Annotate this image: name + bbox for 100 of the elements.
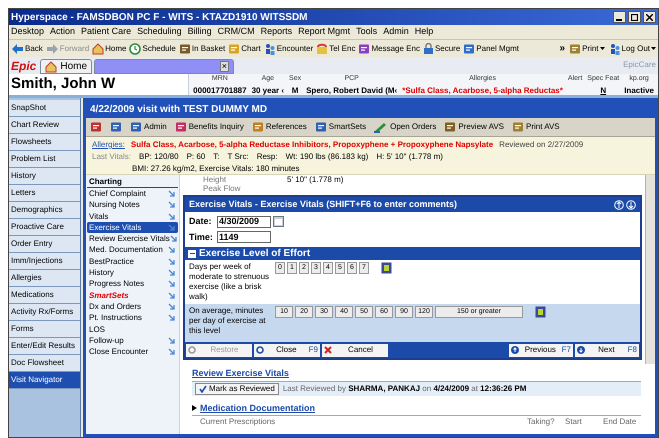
allergies-link[interactable]: Allergies: (92, 139, 125, 151)
sidebar-item[interactable]: Activity Rx/Forms (9, 304, 80, 321)
sidebar-item[interactable]: Imm/Injections (9, 253, 80, 270)
mark-as-reviewed-button[interactable]: Mark as Reviewed (195, 382, 279, 394)
scrollbar[interactable] (645, 175, 655, 364)
toolbar-button[interactable]: Encounter (264, 42, 314, 54)
close-tab-icon[interactable]: × (220, 61, 230, 72)
print-menu-button[interactable]: Print (569, 42, 605, 54)
navigator-item[interactable]: LOS (87, 324, 178, 336)
calendar-icon[interactable] (273, 216, 284, 228)
menu-item[interactable]: Admin (383, 25, 409, 39)
sidebar-item[interactable]: Doc Flowsheet (9, 355, 80, 372)
collapse-icon[interactable] (188, 250, 196, 258)
forward-arrow-icon (46, 42, 59, 54)
menu-item[interactable]: Tools (356, 25, 378, 39)
sidebar-item[interactable]: Enter/Edit Results (9, 338, 80, 355)
down-circle-icon[interactable] (626, 200, 636, 210)
navigator-item[interactable]: BestPractice (87, 256, 178, 268)
activity-button[interactable]: Preview AVS (444, 121, 504, 133)
sidebar-item[interactable]: Chart Review (9, 117, 80, 134)
close-button[interactable]: Close F9 (254, 344, 320, 356)
navigator-item[interactable]: Dx and Orders (87, 301, 178, 313)
navigator-item[interactable]: Pt. Instructions (87, 312, 178, 324)
jump-arrow-icon (170, 235, 178, 244)
date-field[interactable]: 4/30/2009 (217, 216, 271, 228)
cancel-button[interactable]: Cancel (322, 344, 388, 356)
toolbar-button[interactable]: Message Enc (358, 42, 420, 54)
activity-button[interactable]: SmartSets (314, 121, 366, 133)
time-field[interactable]: 1149 (217, 231, 271, 244)
navigator-item[interactable]: SmartSets (87, 290, 178, 302)
close-button[interactable] (643, 11, 656, 23)
menu-item[interactable]: Reports (260, 25, 292, 39)
close-icon (646, 14, 653, 20)
expand-arrow-icon[interactable] (192, 405, 197, 412)
toolbar-button[interactable]: Panel Mgmt (463, 42, 519, 54)
vitals-label: Last Vitals: (92, 151, 131, 163)
menu-item[interactable]: Help (414, 25, 434, 39)
question-text: Days per week of moderate to strenuous exercise (like a brisk walk) (189, 262, 270, 302)
activity-button[interactable]: Open Orders (374, 121, 436, 133)
sidebar-item[interactable]: Forms (9, 321, 80, 338)
sidebar-item[interactable]: Medications (9, 287, 80, 304)
section-link[interactable]: Medication Documentation (200, 402, 316, 415)
toolbar-button[interactable]: Back (11, 42, 43, 54)
toolbar-button[interactable]: Secure (422, 42, 460, 54)
next-button[interactable]: Next F8 (575, 344, 639, 356)
menu-item[interactable]: Action (50, 25, 76, 39)
comment-icon[interactable] (381, 262, 392, 274)
toolbar-button[interactable]: Home (92, 42, 126, 54)
more-button[interactable]: » (560, 41, 566, 56)
allergies-list: Sulfa Class, Acarbose, 5-alpha Reductase Inhibitors, Propoxyphene + Propoxyphene Napsylate (130, 139, 494, 151)
navigator-item[interactable]: Progress Notes (87, 278, 178, 290)
toolbar-button[interactable]: In Basket (178, 42, 226, 54)
sidebar-item[interactable]: Visit Navigator (9, 372, 80, 389)
jump-arrow-icon (168, 302, 176, 311)
toolbar-button[interactable]: Tel Enc (316, 42, 356, 54)
section-link[interactable]: Review Exercise Vitals (192, 367, 641, 380)
toolbar-button[interactable]: Schedule (129, 42, 176, 54)
sidebar-item[interactable]: Proactive Care (9, 219, 80, 236)
home-tab[interactable]: Home (40, 59, 92, 74)
toolbar-button[interactable]: Chart (228, 42, 261, 54)
activity-button[interactable]: Benefits Inquiry (174, 121, 244, 133)
up-circle-icon[interactable] (614, 200, 624, 210)
patient-tab[interactable]: × (94, 59, 234, 74)
navigator-item[interactable]: Follow-up (87, 335, 178, 346)
minimize-button[interactable] (613, 11, 626, 23)
menu-item[interactable]: Scheduling (137, 25, 182, 39)
activity-button[interactable]: Admin (130, 121, 167, 133)
navigator-item[interactable]: Med. Documentation (87, 244, 178, 256)
activity-button[interactable]: Print AVS (512, 121, 560, 133)
sidebar-item[interactable]: Demographics (9, 202, 80, 219)
vital-reading: Resp: (256, 151, 278, 163)
column-header: Start (565, 416, 583, 428)
previous-button[interactable]: Previous F7 (509, 344, 573, 356)
sidebar-item[interactable]: SnapShot (9, 100, 80, 117)
navigator-item[interactable]: Exercise Vitals (87, 222, 178, 234)
comment-icon[interactable] (535, 306, 546, 318)
activity-button[interactable] (110, 121, 122, 133)
menu-item[interactable]: Billing (188, 25, 212, 39)
navigator-item[interactable]: Chief Complaint (87, 188, 178, 200)
sidebar-item[interactable]: Order Entry (9, 236, 80, 253)
menu-item[interactable]: CRM/CM (218, 25, 255, 39)
dialog-title: Exercise Vitals - Exercise Vitals (SHIFT+F6 to enter comments) (189, 198, 458, 211)
sidebar-item[interactable]: Letters (9, 185, 80, 202)
maximize-button[interactable] (628, 11, 641, 23)
sidebar-item[interactable]: Allergies (9, 270, 80, 287)
activity-button[interactable]: References (252, 121, 307, 133)
menu-item[interactable]: Report Mgmt (298, 25, 350, 39)
sidebar-item[interactable]: Flowsheets (9, 134, 80, 151)
sidebar-item[interactable]: Problem List (9, 151, 80, 168)
navigator-item[interactable]: Nursing Notes (87, 200, 178, 211)
navigator-item[interactable]: History (87, 267, 178, 279)
menu-item[interactable]: Patient Care (81, 25, 132, 39)
navigator-item[interactable]: Close Encounter (87, 346, 178, 358)
sidebar-item[interactable]: History (9, 168, 80, 185)
pen-icon (374, 121, 388, 133)
vital-reading: H: 5' 10" (1.778 m) (376, 151, 443, 163)
navigator-item[interactable]: Vitals (87, 210, 178, 222)
menu-item[interactable]: Desktop (11, 25, 44, 39)
navigator-item[interactable]: Review Exercise Vitals (87, 233, 178, 245)
log-out-menu-button[interactable]: Log Out (608, 42, 656, 54)
